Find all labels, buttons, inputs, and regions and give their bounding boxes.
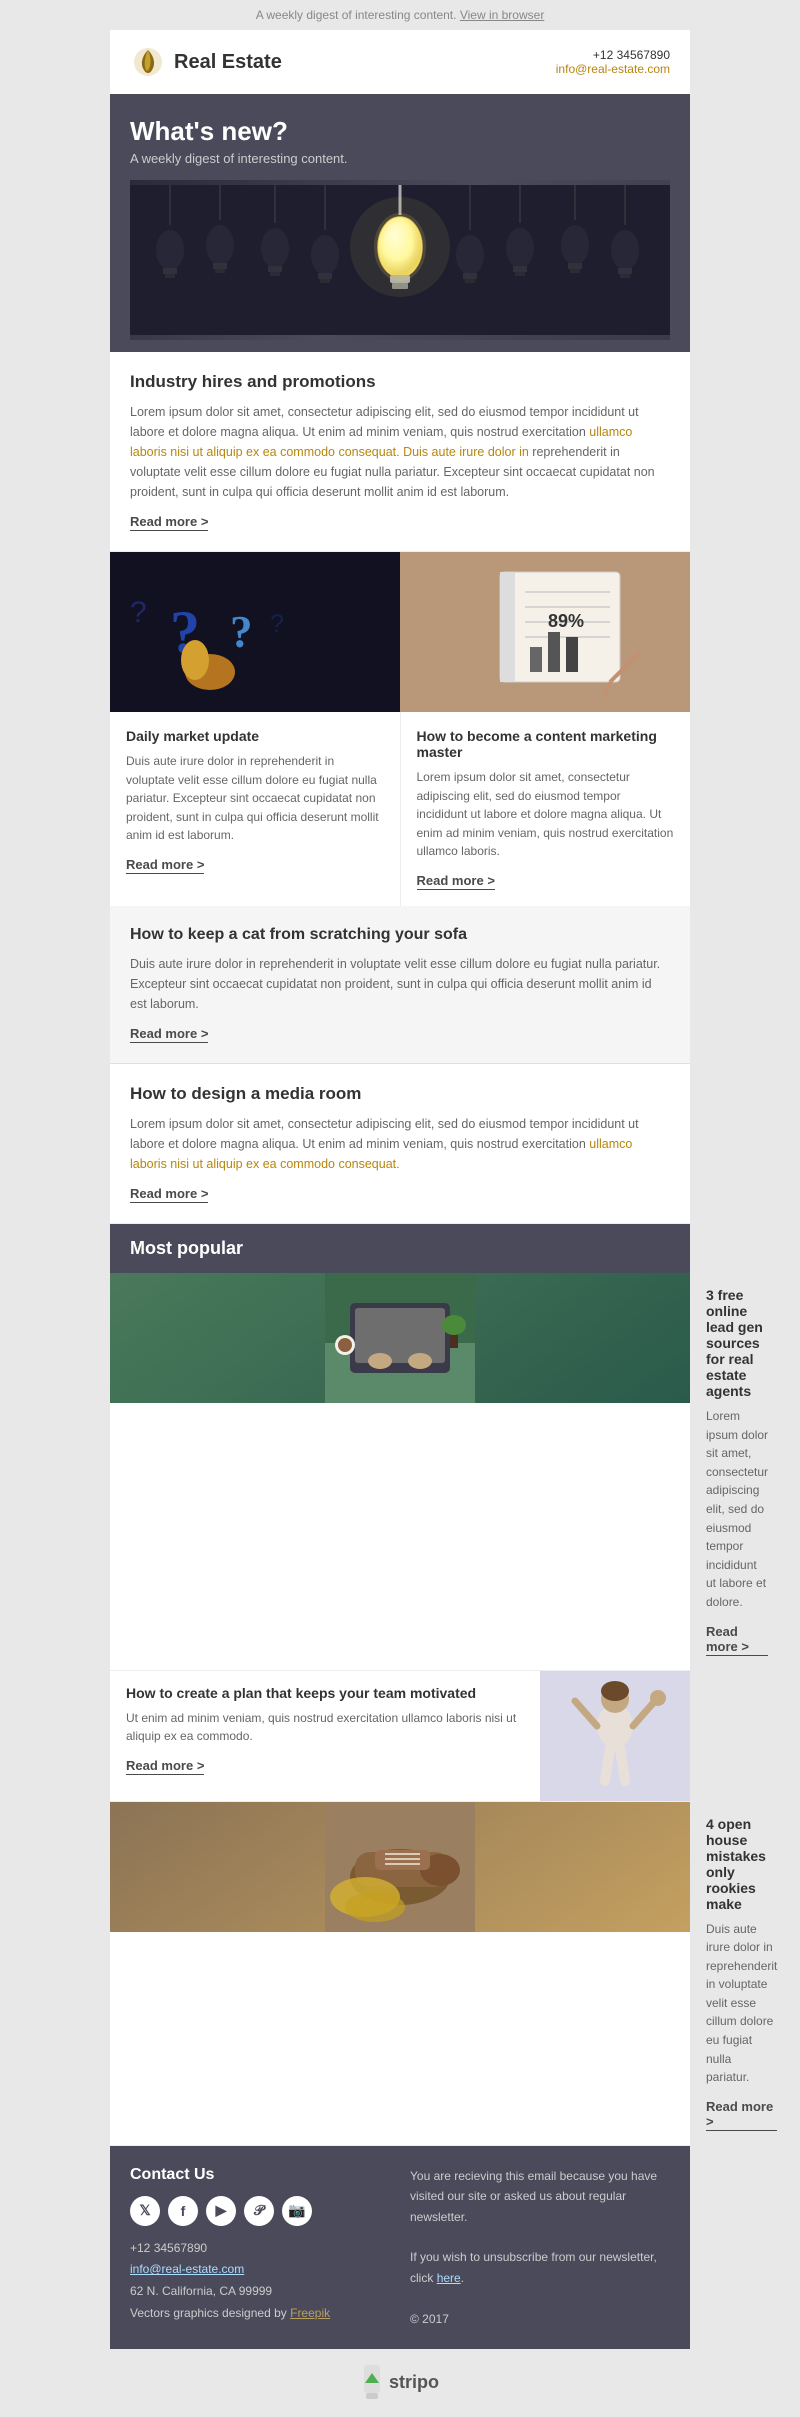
article1-title: Industry hires and promotions bbox=[130, 372, 670, 392]
footer-right-text2: If you wish to unsubscribe from our news… bbox=[410, 2247, 670, 2288]
most-popular-title: Most popular bbox=[130, 1238, 670, 1259]
popular-item-3-body: Duis aute irure dolor in reprehenderit i… bbox=[706, 1920, 777, 2087]
question-illustration: ? ? ? ? bbox=[110, 552, 400, 712]
popular-item-3-image bbox=[110, 1802, 690, 1932]
svg-text:?: ? bbox=[230, 607, 253, 657]
article5-title: How to design a media room bbox=[130, 1084, 670, 1104]
two-col-texts: Daily market update Duis aute irure dolo… bbox=[110, 712, 690, 906]
footer-left: Contact Us 𝕏 f ▶ 𝒫 📷 +12 34567890 info@r… bbox=[130, 2166, 390, 2329]
svg-text:?: ? bbox=[270, 610, 284, 638]
svg-text:89%: 89% bbox=[548, 611, 584, 631]
article5-body: Lorem ipsum dolor sit amet, consectetur … bbox=[130, 1114, 670, 1174]
header-phone: +12 34567890 bbox=[556, 48, 670, 62]
notebook-bg: 89% bbox=[400, 552, 690, 712]
bulb-illustration bbox=[130, 185, 670, 335]
footer-section: Contact Us 𝕏 f ▶ 𝒫 📷 +12 34567890 info@r… bbox=[110, 2146, 690, 2349]
article2-body: Duis aute irure dolor in reprehenderit i… bbox=[126, 752, 384, 845]
article2-read-more[interactable]: Read more bbox=[126, 857, 204, 874]
footer-phone: +12 34567890 bbox=[130, 2238, 390, 2260]
logo-icon bbox=[130, 44, 166, 80]
footer-copyright: © 2017 bbox=[410, 2309, 670, 2329]
stripo-bar: stripo bbox=[0, 2349, 800, 2417]
footer-right: You are recieving this email because you… bbox=[410, 2166, 670, 2329]
article1-highlight: ullamco laboris nisi ut aliquip ex ea co… bbox=[130, 425, 632, 459]
footer-contact-info: +12 34567890 info@real-estate.com 62 N. … bbox=[130, 2238, 390, 2324]
shoes-illustration bbox=[325, 1802, 475, 1932]
article3-image: 89% bbox=[400, 552, 690, 712]
article1-section: Industry hires and promotions Lorem ipsu… bbox=[110, 352, 690, 552]
article5-highlight: ullamco laboris nisi ut aliquip ex ea co… bbox=[130, 1137, 632, 1171]
social-icons: 𝕏 f ▶ 𝒫 📷 bbox=[130, 2196, 390, 2226]
article4-read-more[interactable]: Read more bbox=[130, 1026, 208, 1043]
popular-item-3-read-more[interactable]: Read more bbox=[706, 2099, 777, 2131]
header-email[interactable]: info@real-estate.com bbox=[556, 62, 670, 76]
article2-title: Daily market update bbox=[126, 728, 384, 744]
article5-read-more[interactable]: Read more bbox=[130, 1186, 208, 1203]
footer-address: 62 N. California, CA 99999 bbox=[130, 2281, 390, 2303]
footer-contact-title: Contact Us bbox=[130, 2166, 390, 2184]
instagram-icon[interactable]: 📷 bbox=[282, 2196, 312, 2226]
twitter-icon[interactable]: 𝕏 bbox=[130, 2196, 160, 2226]
logo-area: Real Estate bbox=[130, 44, 282, 80]
popular-item-1: 3 free online lead gen sources for real … bbox=[110, 1273, 690, 1671]
popular-item-2: How to create a plan that keeps your tea… bbox=[110, 1671, 690, 1802]
popular-item-1-body: Lorem ipsum dolor sit amet, consectetur … bbox=[706, 1407, 768, 1612]
stripo-logo: stripo bbox=[361, 2365, 439, 2401]
notebook-illustration: 89% bbox=[400, 552, 690, 712]
hero-image bbox=[130, 180, 670, 340]
youtube-icon[interactable]: ▶ bbox=[206, 2196, 236, 2226]
view-in-browser-link[interactable]: View in browser bbox=[460, 8, 544, 22]
article2-text: Daily market update Duis aute irure dolo… bbox=[110, 712, 401, 906]
footer-right-text1: You are recieving this email because you… bbox=[410, 2166, 670, 2227]
email-header: Real Estate +12 34567890 info@real-estat… bbox=[110, 30, 690, 94]
popular-item-1-read-more[interactable]: Read more bbox=[706, 1624, 768, 1656]
article3-text: How to become a content marketing master… bbox=[401, 712, 691, 906]
article3-title: How to become a content marketing master bbox=[417, 728, 675, 760]
question-bg: ? ? ? ? bbox=[110, 552, 400, 712]
article3-body: Lorem ipsum dolor sit amet, consectetur … bbox=[417, 768, 675, 861]
article2-image: ? ? ? ? bbox=[110, 552, 400, 712]
article4-section: How to keep a cat from scratching your s… bbox=[110, 906, 690, 1064]
celebrate-illustration bbox=[540, 1671, 690, 1801]
footer-unsubscribe-link[interactable]: here bbox=[437, 2271, 461, 2285]
article4-body: Duis aute irure dolor in reprehenderit i… bbox=[130, 954, 670, 1014]
popular-item-1-image bbox=[110, 1273, 690, 1403]
logo-text: Real Estate bbox=[174, 51, 282, 74]
hero-subtitle: A weekly digest of interesting content. bbox=[130, 151, 670, 166]
stripo-label: stripo bbox=[389, 2372, 439, 2393]
article1-body: Lorem ipsum dolor sit amet, consectetur … bbox=[130, 402, 670, 502]
laptop-illustration bbox=[325, 1273, 475, 1403]
article4-title: How to keep a cat from scratching your s… bbox=[130, 926, 670, 944]
pinterest-icon[interactable]: 𝒫 bbox=[244, 2196, 274, 2226]
popular-item-2-body: Ut enim ad minim veniam, quis nostrud ex… bbox=[126, 1709, 524, 1746]
two-col-images: ? ? ? ? bbox=[110, 552, 690, 712]
topbar-text: A weekly digest of interesting content. bbox=[256, 8, 457, 22]
popular-item-3-text: 4 open house mistakes only rookies make … bbox=[690, 1802, 793, 2145]
footer-credits-link[interactable]: Freepik bbox=[290, 2306, 330, 2320]
header-contact: +12 34567890 info@real-estate.com bbox=[556, 48, 670, 76]
most-popular-header: Most popular bbox=[110, 1224, 690, 1273]
footer-credits: Vectors graphics designed by Freepik bbox=[130, 2303, 390, 2325]
svg-text:?: ? bbox=[130, 596, 147, 629]
popular-item-3: 4 open house mistakes only rookies make … bbox=[110, 1802, 690, 2146]
popular-item-1-title: 3 free online lead gen sources for real … bbox=[706, 1287, 768, 1399]
footer-email[interactable]: info@real-estate.com bbox=[130, 2262, 244, 2276]
article3-read-more[interactable]: Read more bbox=[417, 873, 495, 890]
footer-top: Contact Us 𝕏 f ▶ 𝒫 📷 +12 34567890 info@r… bbox=[130, 2166, 670, 2329]
popular-item-2-image bbox=[540, 1671, 690, 1801]
popular-item-2-title: How to create a plan that keeps your tea… bbox=[126, 1685, 524, 1701]
stripo-icon bbox=[361, 2365, 383, 2401]
popular-item-1-text: 3 free online lead gen sources for real … bbox=[690, 1273, 784, 1670]
hero-title: What's new? bbox=[130, 116, 670, 147]
article5-section: How to design a media room Lorem ipsum d… bbox=[110, 1064, 690, 1224]
facebook-icon[interactable]: f bbox=[168, 2196, 198, 2226]
two-col-section: ? ? ? ? bbox=[110, 552, 690, 906]
popular-item-2-text: How to create a plan that keeps your tea… bbox=[110, 1671, 540, 1801]
popular-item-2-read-more[interactable]: Read more bbox=[126, 1758, 204, 1775]
hero-section: What's new? A weekly digest of interesti… bbox=[110, 94, 690, 352]
popular-item-3-title: 4 open house mistakes only rookies make bbox=[706, 1816, 777, 1912]
top-bar: A weekly digest of interesting content. … bbox=[0, 0, 800, 30]
article1-read-more[interactable]: Read more bbox=[130, 514, 208, 531]
